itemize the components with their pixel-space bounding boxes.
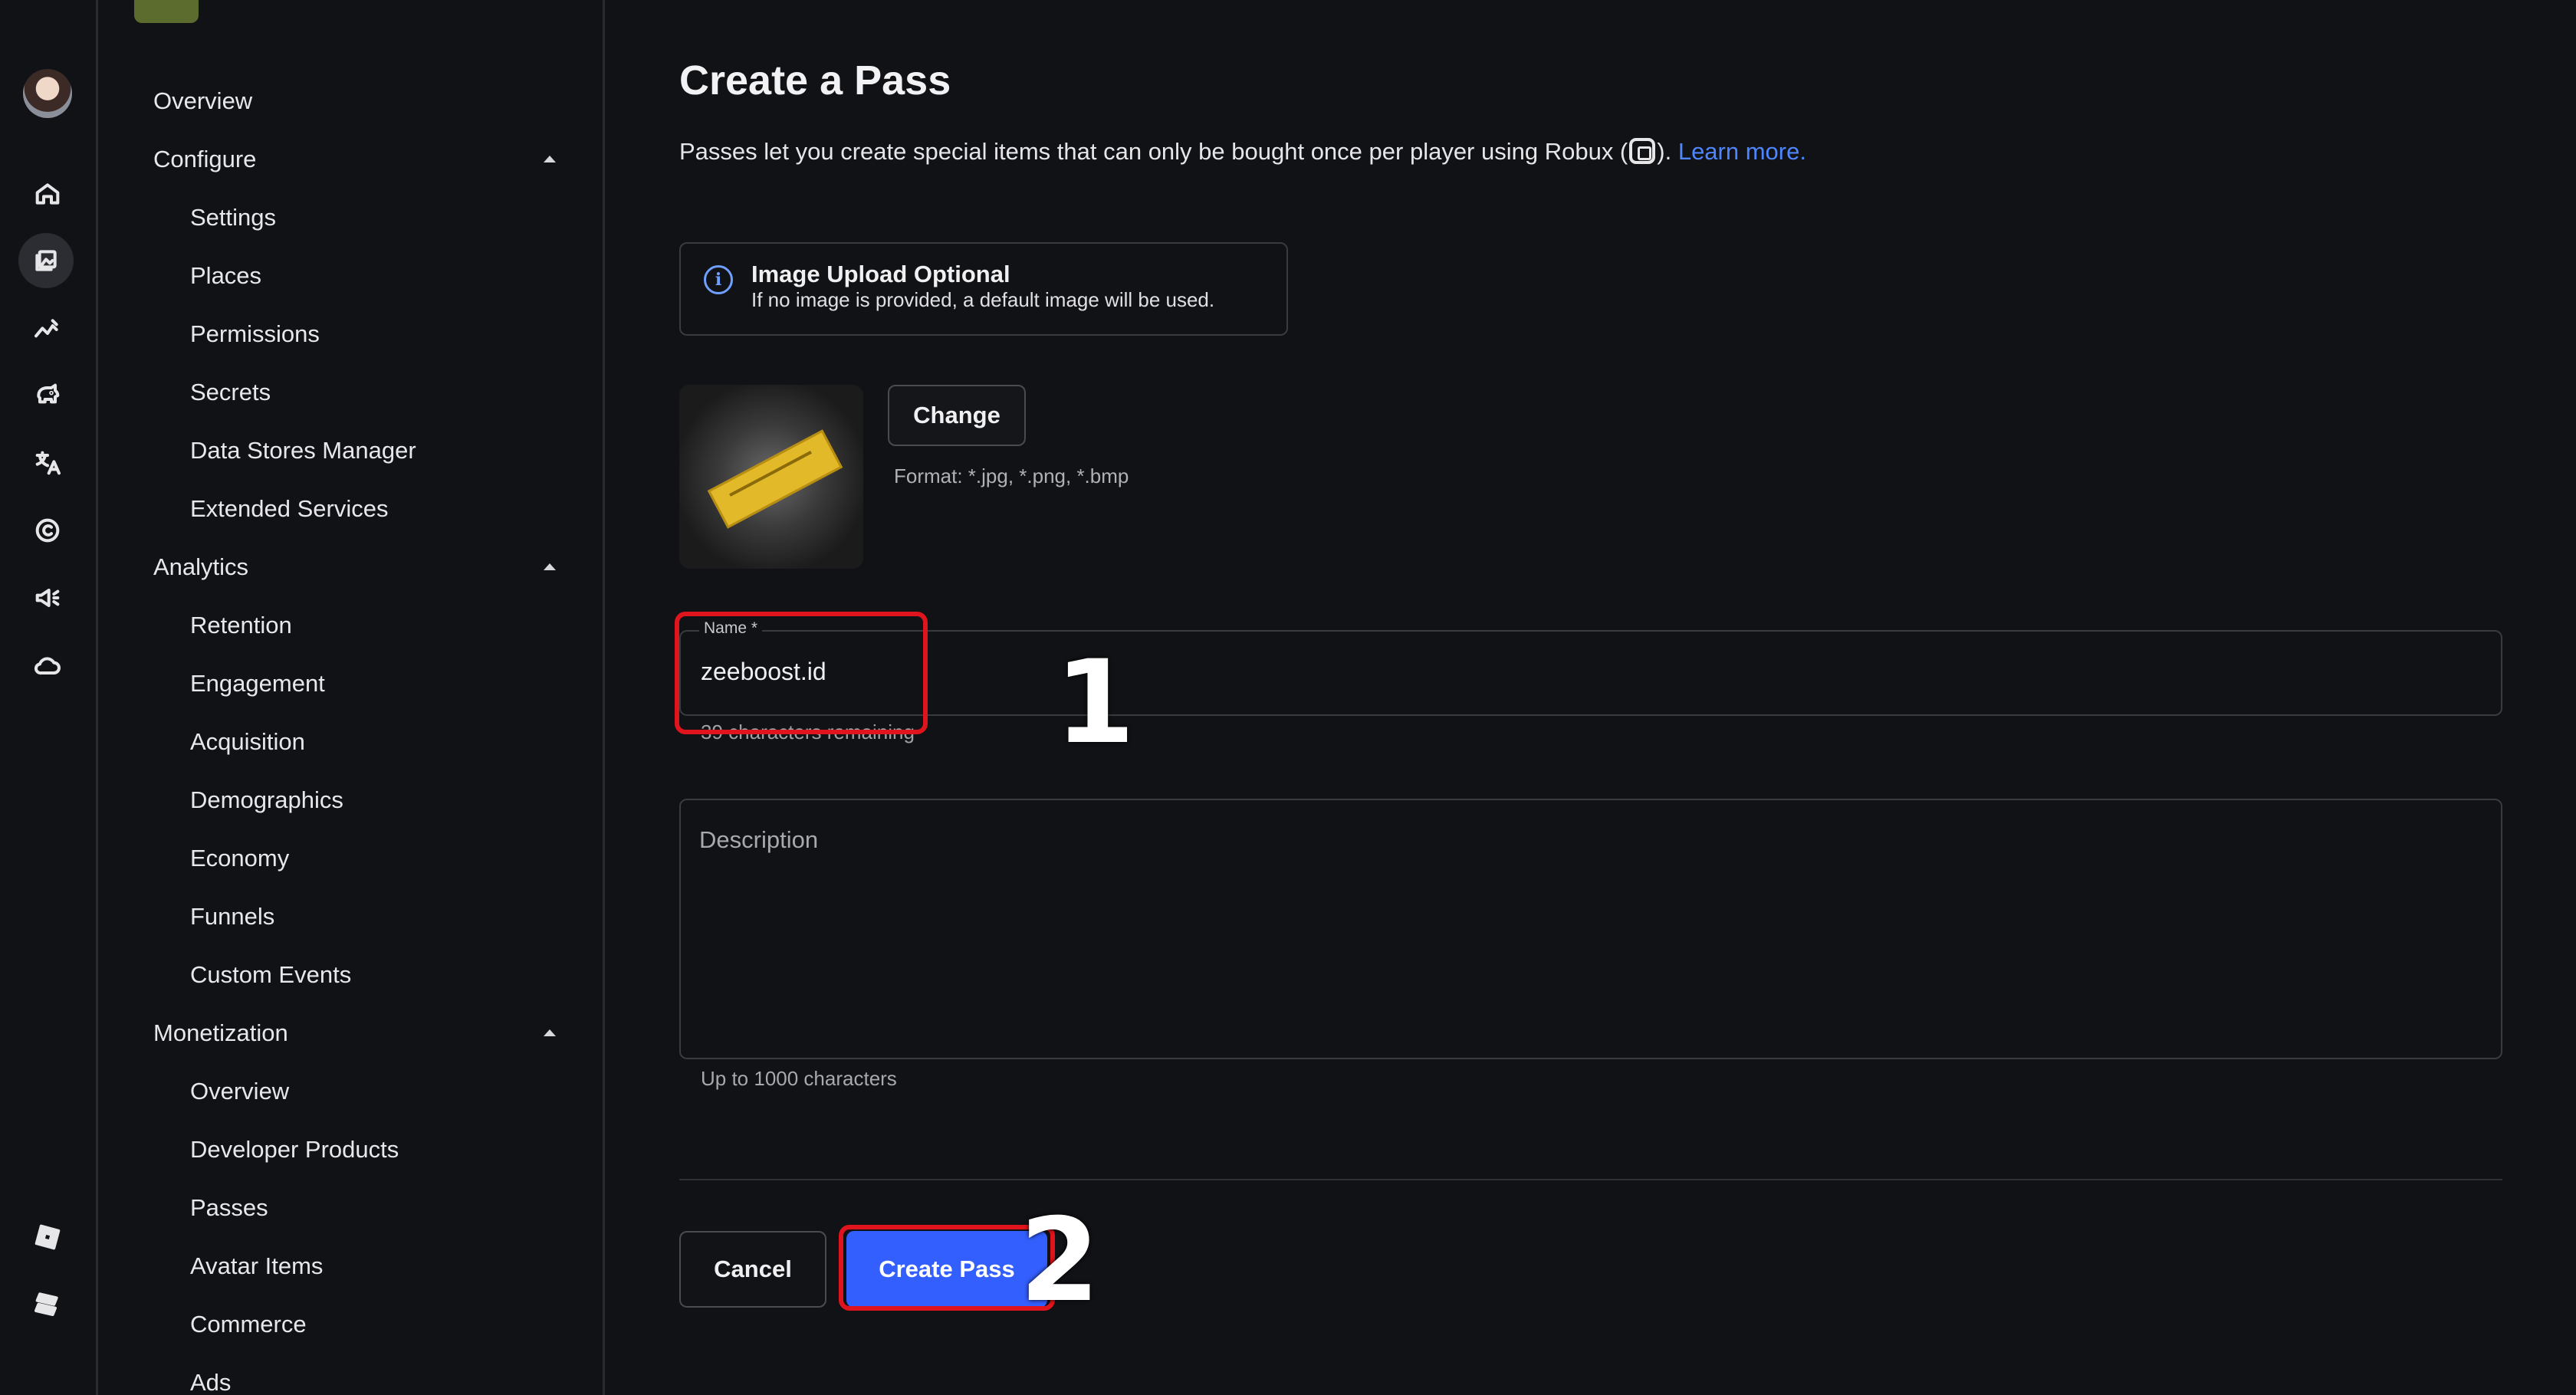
image-format-note: Format: *.jpg, *.png, *.bmp <box>894 464 1129 487</box>
intro-text-end: ). <box>1657 138 1672 165</box>
experience-thumbnail[interactable] <box>134 0 199 23</box>
ads-icon[interactable] <box>26 576 69 619</box>
home-icon[interactable] <box>26 172 69 215</box>
sidebar: Overview Configure Settings Places Permi… <box>100 0 605 1395</box>
page-title: Create a Pass <box>679 57 951 103</box>
sidebar-item-settings[interactable]: Settings <box>190 204 276 231</box>
sidebar-item-engagement[interactable]: Engagement <box>190 670 325 698</box>
info-title: Image Upload Optional <box>751 261 1010 287</box>
copyright-icon[interactable] <box>26 509 69 552</box>
intro-text-start: Passes let you create special items that… <box>679 138 1628 165</box>
sidebar-item-funnels[interactable]: Funnels <box>190 903 274 931</box>
chevron-up-icon[interactable] <box>544 563 556 570</box>
ticket-icon <box>707 429 843 529</box>
sidebar-item-avatar-items[interactable]: Avatar Items <box>190 1252 323 1280</box>
sidebar-item-custom-events[interactable]: Custom Events <box>190 961 351 989</box>
name-field[interactable] <box>679 630 2502 716</box>
sidebar-item-overview[interactable]: Overview <box>153 87 252 115</box>
cancel-button[interactable]: Cancel <box>679 1231 826 1308</box>
app-root: Overview Configure Settings Places Permi… <box>0 0 2576 1395</box>
image-upload-info-box: i Image Upload Optional If no image is p… <box>679 242 1288 336</box>
studio-logo-icon[interactable] <box>26 1282 69 1324</box>
sidebar-item-passes[interactable]: Passes <box>190 1194 268 1222</box>
monetization-icon[interactable] <box>26 374 69 417</box>
divider <box>679 1179 2502 1180</box>
description-hint: Up to 1000 characters <box>701 1067 897 1090</box>
sidebar-item-configure[interactable]: Configure <box>153 146 256 173</box>
analytics-icon[interactable] <box>26 308 69 351</box>
pass-image-preview <box>679 385 863 569</box>
roblox-logo-icon[interactable] <box>26 1216 69 1259</box>
chevron-up-icon[interactable] <box>544 1029 556 1036</box>
intro-text: Passes let you create special items that… <box>679 138 1806 166</box>
icon-rail <box>0 0 98 1395</box>
annotation-number-1: 1 <box>1055 636 1135 770</box>
cloud-icon[interactable] <box>26 644 69 687</box>
description-field[interactable] <box>679 799 2502 1059</box>
annotation-number-2: 2 <box>1020 1194 1100 1328</box>
info-icon: i <box>704 265 733 294</box>
creations-icon[interactable] <box>18 233 74 288</box>
sidebar-item-demographics[interactable]: Demographics <box>190 786 343 814</box>
sidebar-item-secrets[interactable]: Secrets <box>190 379 271 406</box>
sidebar-item-economy[interactable]: Economy <box>190 845 289 872</box>
change-image-button[interactable]: Change <box>888 385 1026 446</box>
sidebar-item-ads[interactable]: Ads <box>190 1369 231 1395</box>
sidebar-item-places[interactable]: Places <box>190 262 261 290</box>
description-placeholder[interactable]: Description <box>699 826 818 854</box>
sidebar-item-retention[interactable]: Retention <box>190 612 292 639</box>
info-body: If no image is provided, a default image… <box>751 288 1215 311</box>
sidebar-item-extended-services[interactable]: Extended Services <box>190 495 388 523</box>
main-content: Create a Pass Passes let you create spec… <box>607 0 2576 1395</box>
robux-icon <box>1629 138 1656 164</box>
sidebar-item-permissions[interactable]: Permissions <box>190 320 320 348</box>
sidebar-item-monetization[interactable]: Monetization <box>153 1019 288 1047</box>
sidebar-item-commerce[interactable]: Commerce <box>190 1311 307 1338</box>
sidebar-item-analytics[interactable]: Analytics <box>153 553 248 581</box>
sidebar-item-data-stores-manager[interactable]: Data Stores Manager <box>190 437 416 464</box>
avatar[interactable] <box>23 69 72 118</box>
translate-icon[interactable] <box>26 441 69 484</box>
sidebar-item-acquisition[interactable]: Acquisition <box>190 728 305 756</box>
sidebar-item-developer-products[interactable]: Developer Products <box>190 1136 399 1164</box>
chevron-up-icon[interactable] <box>544 156 556 162</box>
learn-more-link[interactable]: Learn more. <box>1678 138 1806 165</box>
sidebar-item-monetization-overview[interactable]: Overview <box>190 1078 289 1105</box>
annotation-box-1 <box>675 612 928 734</box>
